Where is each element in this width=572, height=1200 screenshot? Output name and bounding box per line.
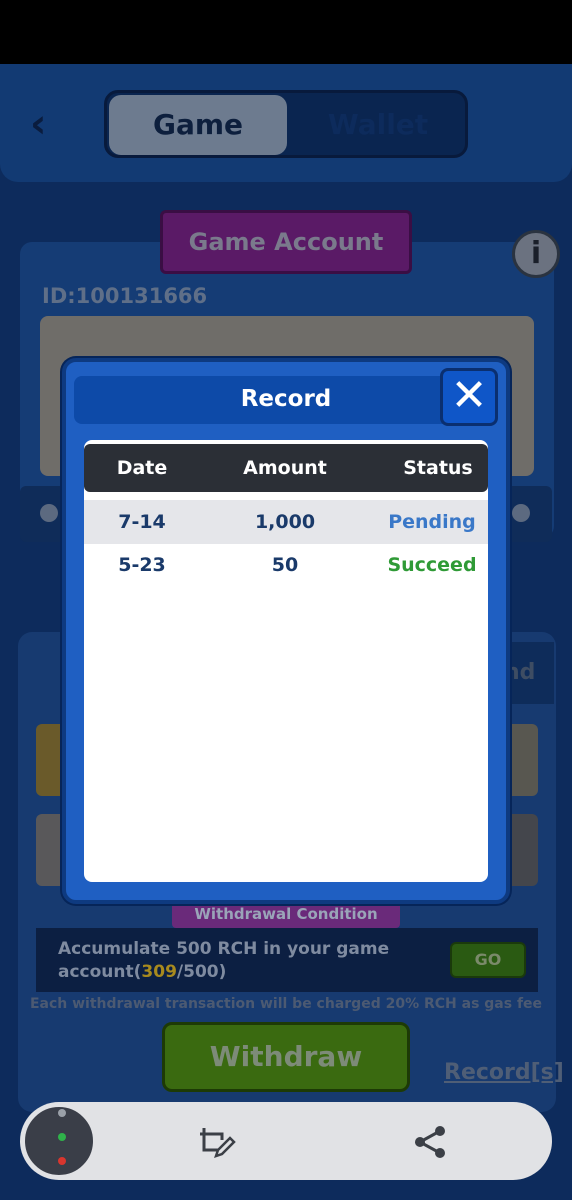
account-id: ID:100131666 xyxy=(42,284,208,308)
crop-edit-icon-svg xyxy=(200,1128,236,1158)
modal-title: Record xyxy=(240,386,332,412)
thumb-dot xyxy=(58,1133,66,1141)
tab-game[interactable]: Game xyxy=(109,95,287,155)
row-amount: 50 xyxy=(271,554,299,576)
records-link[interactable]: Record[s] xyxy=(444,1060,564,1085)
row-amount: 1,000 xyxy=(254,511,316,533)
row-status-pending: Pending xyxy=(388,511,476,533)
crop-edit-icon[interactable] xyxy=(196,1122,236,1162)
thumb-dot xyxy=(58,1109,66,1117)
condition-suffix: /500) xyxy=(176,962,227,982)
column-header-amount: Amount xyxy=(243,457,327,479)
thumb-dot xyxy=(58,1157,66,1165)
screenshot-toolbar xyxy=(20,1102,552,1180)
gas-fee-note: Each withdrawal transaction will be char… xyxy=(29,996,543,1012)
share-icon[interactable] xyxy=(410,1122,450,1162)
back-chevron-icon[interactable]: ‹ xyxy=(30,104,66,144)
row-date: 7-14 xyxy=(118,511,166,533)
column-header-status: Status xyxy=(403,457,473,479)
screenshot-thumbnail[interactable] xyxy=(22,1104,96,1178)
carousel-left-dot[interactable] xyxy=(40,504,58,522)
column-header-date: Date xyxy=(116,457,168,479)
condition-current-value: 309 xyxy=(141,962,177,982)
withdrawal-condition-title: Withdrawal Condition xyxy=(172,900,400,928)
row-status-succeed: Succeed xyxy=(387,554,477,576)
tab-switcher: Game Wallet xyxy=(104,90,468,158)
withdraw-button[interactable]: Withdraw xyxy=(162,1022,410,1092)
close-x-icon[interactable]: ✕ xyxy=(440,368,498,426)
share-icon-svg xyxy=(415,1126,445,1158)
carousel-right-dot[interactable] xyxy=(512,504,530,522)
info-icon[interactable]: i xyxy=(512,230,560,278)
status-bar xyxy=(0,0,572,64)
partial-tab[interactable]: nd xyxy=(504,642,554,704)
row-date: 5-23 xyxy=(118,554,166,576)
withdrawal-condition-text: Accumulate 500 RCH in your game account(… xyxy=(58,938,438,984)
go-button[interactable]: GO xyxy=(450,942,526,978)
game-account-ribbon: Game Account xyxy=(160,210,412,274)
tab-wallet[interactable]: Wallet xyxy=(289,95,467,155)
